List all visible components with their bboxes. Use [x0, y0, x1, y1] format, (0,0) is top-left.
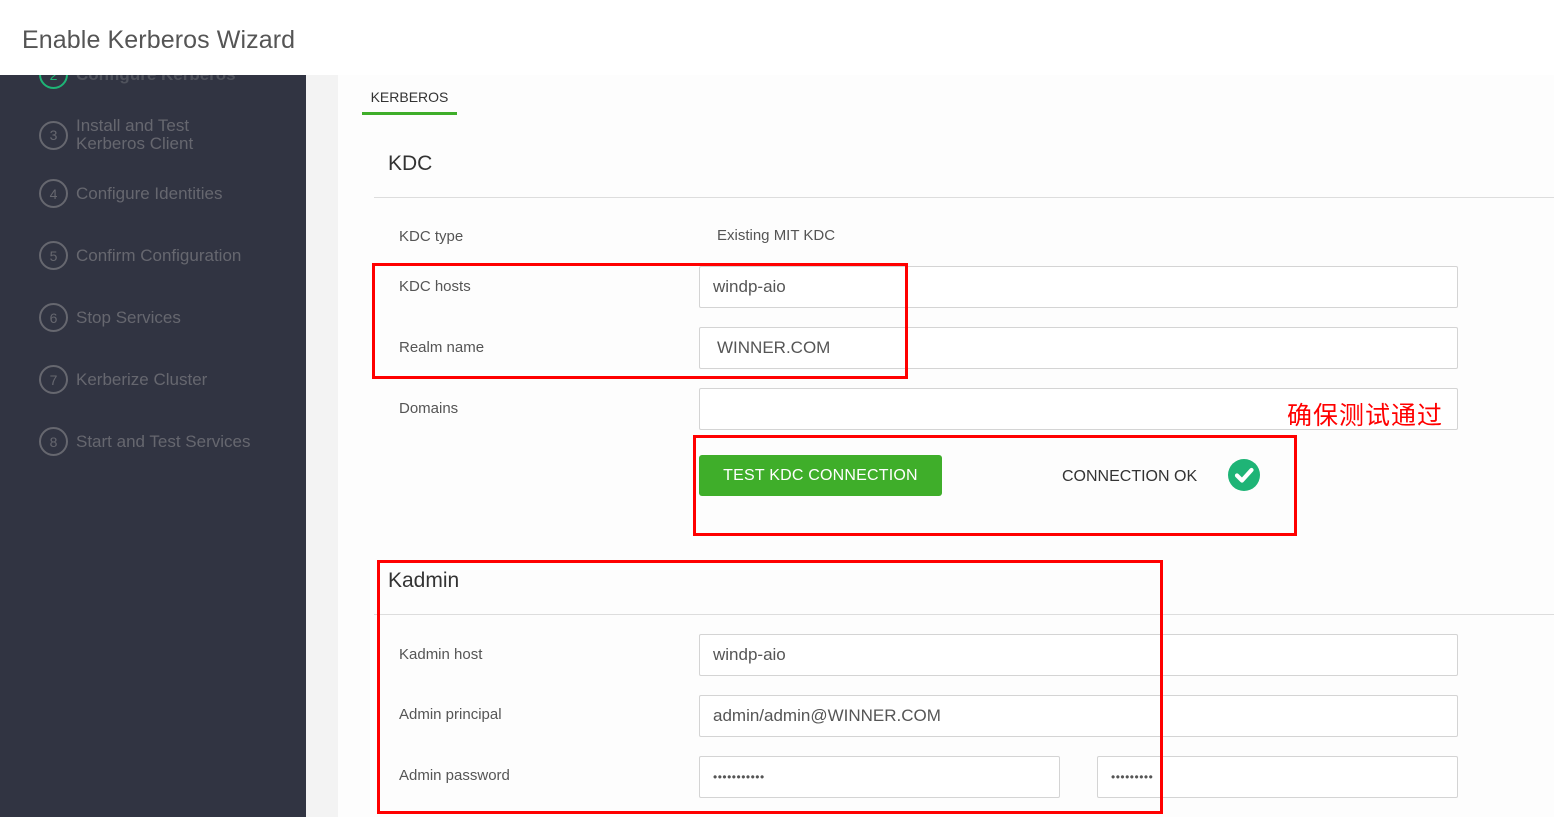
- step-label: Install and Test Kerberos Client: [76, 117, 193, 153]
- step-label: Confirm Configuration: [76, 245, 242, 265]
- admin-password-confirm-input[interactable]: •••••••••: [1097, 756, 1458, 798]
- kdc-type-label: KDC type: [399, 228, 464, 245]
- kdc-section-title: KDC: [388, 152, 433, 175]
- kdc-hosts-input[interactable]: windp-aio: [699, 266, 1458, 308]
- kadmin-host-input[interactable]: windp-aio: [699, 634, 1458, 676]
- step-number-badge: 6: [39, 303, 68, 332]
- admin-password-label: Admin password: [399, 767, 510, 784]
- step-number-badge: 5: [39, 241, 68, 270]
- annotation-note: 确保测试通过: [1287, 401, 1444, 430]
- step-label: Stop Services: [76, 307, 181, 327]
- step-configure-identities[interactable]: 4 Configure Identities: [39, 179, 222, 208]
- main-content: KERBEROS KDC KDC type Existing MIT KDC K…: [338, 75, 1554, 817]
- wizard-steps-sidebar: 2 Configure Kerberos 3 Install and Test …: [0, 75, 306, 817]
- test-kdc-connection-button[interactable]: TEST KDC CONNECTION: [699, 455, 942, 496]
- domains-label: Domains: [399, 400, 459, 417]
- admin-principal-label: Admin principal: [399, 706, 502, 723]
- step-number-badge: 8: [39, 427, 68, 456]
- content-gutter: [306, 75, 338, 817]
- kadmin-host-label: Kadmin host: [399, 646, 483, 663]
- step-stop-services[interactable]: 6 Stop Services: [39, 303, 181, 332]
- step-confirm-configuration[interactable]: 5 Confirm Configuration: [39, 241, 241, 270]
- step-number-badge: 4: [39, 179, 68, 208]
- step-number-badge: 2: [39, 75, 68, 89]
- step-label: Configure Identities: [76, 183, 223, 203]
- kadmin-divider: [374, 614, 1554, 615]
- step-label: Kerberize Cluster: [76, 369, 208, 389]
- kdc-hosts-label: KDC hosts: [399, 278, 471, 295]
- step-label: Configure Kerberos: [76, 75, 236, 84]
- realm-name-label: Realm name: [399, 339, 485, 356]
- step-label-line2: Kerberos Client: [76, 134, 194, 153]
- realm-name-input[interactable]: WINNER.COM: [699, 327, 1458, 369]
- connection-status-text: CONNECTION OK: [1062, 468, 1198, 485]
- step-label-line1: Install and Test: [76, 116, 190, 135]
- kdc-type-value: Existing MIT KDC: [717, 227, 836, 244]
- tab-kerberos[interactable]: KERBEROS: [362, 89, 457, 115]
- check-circle-icon: [1228, 459, 1260, 491]
- step-label: Start and Test Services: [76, 431, 251, 451]
- wizard-header: Enable Kerberos Wizard: [0, 0, 1554, 75]
- admin-password-input[interactable]: •••••••••••: [699, 756, 1060, 798]
- kdc-divider: [374, 197, 1554, 198]
- step-install-test-client[interactable]: 3 Install and Test Kerberos Client: [39, 117, 193, 153]
- step-configure-kerberos[interactable]: 2 Configure Kerberos: [39, 75, 236, 89]
- wizard-title: Enable Kerberos Wizard: [22, 26, 296, 54]
- step-number-badge: 7: [39, 365, 68, 394]
- kadmin-section-title: Kadmin: [388, 569, 460, 592]
- step-start-test-services[interactable]: 8 Start and Test Services: [39, 427, 251, 456]
- step-number-badge: 3: [39, 120, 68, 150]
- admin-principal-input[interactable]: admin/admin@WINNER.COM: [699, 695, 1458, 737]
- step-kerberize-cluster[interactable]: 7 Kerberize Cluster: [39, 365, 207, 394]
